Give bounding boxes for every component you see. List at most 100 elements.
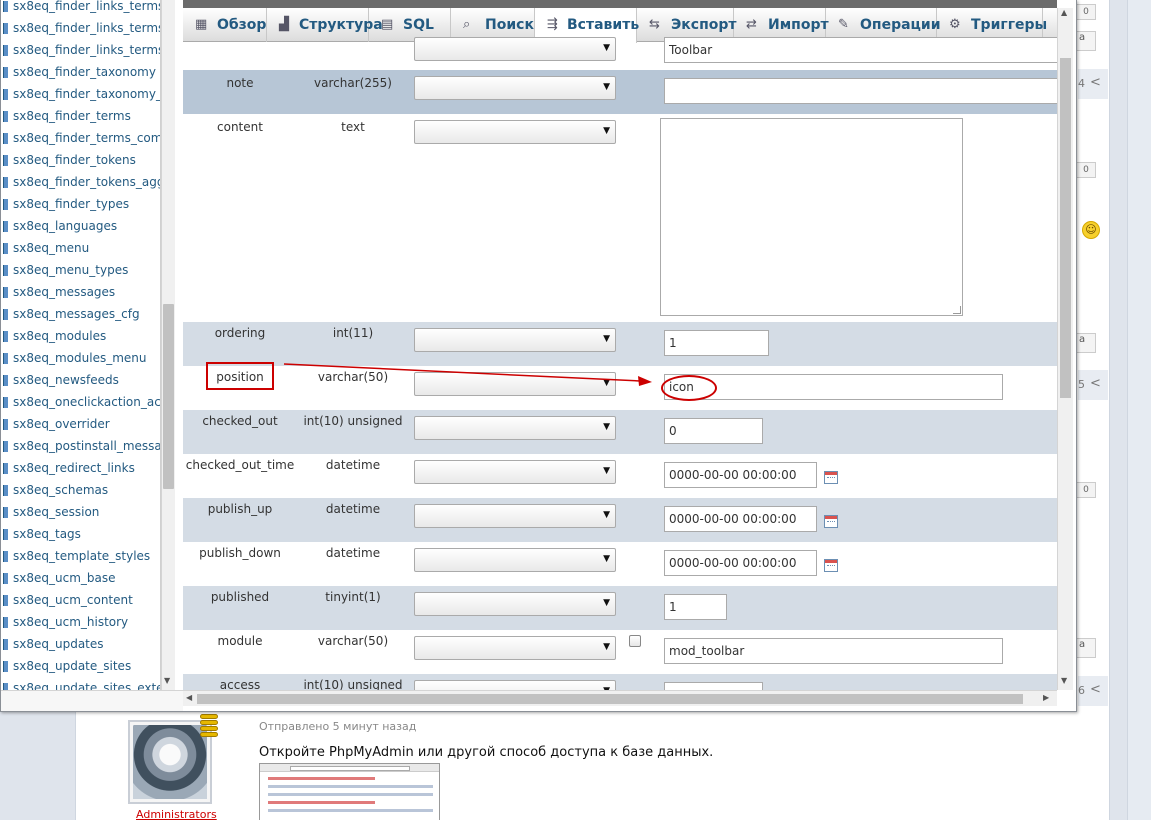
table-list-item[interactable]: sx8eq_menu_types [1, 260, 160, 282]
table-list-item[interactable]: sx8eq_messages_cfg [1, 304, 160, 326]
table-list-item[interactable]: sx8eq_finder_links_terms [1, 40, 160, 62]
table-list-item[interactable]: sx8eq_tags [1, 524, 160, 546]
field-row-published: published tinyint(1) ▼ 1 [183, 586, 1057, 630]
rank-stack-icon [200, 714, 220, 737]
table-list-item[interactable]: sx8eq_finder_types [1, 194, 160, 216]
scroll-down-arrow-icon[interactable]: ▼ [164, 676, 170, 685]
vertical-scrollbar[interactable]: ▲ ▼ [1057, 8, 1073, 690]
function-select[interactable]: ▼ [414, 76, 616, 100]
calendar-icon[interactable] [824, 515, 838, 528]
table-list-item[interactable]: sx8eq_template_styles [1, 546, 160, 568]
table-list-item[interactable]: sx8eq_session [1, 502, 160, 524]
table-list-item[interactable]: sx8eq_ucm_base [1, 568, 160, 590]
table-list-item[interactable]: sx8eq_newsfeeds [1, 370, 160, 392]
table-list-item[interactable]: sx8eq_ucm_history [1, 612, 160, 634]
function-select[interactable]: ▼ [414, 120, 616, 144]
table-list-item[interactable]: sx8eq_finder_taxonomy [1, 62, 160, 84]
table-list-item[interactable]: sx8eq_update_sites [1, 656, 160, 678]
table-list-item[interactable]: sx8eq_overrider [1, 414, 160, 436]
value-input[interactable] [664, 78, 1057, 104]
table-list-item[interactable]: sx8eq_schemas [1, 480, 160, 502]
field-type: datetime [325, 458, 381, 472]
value-input[interactable]: 1 [664, 594, 727, 620]
table-list-item[interactable]: sx8eq_postinstall_messa [1, 436, 160, 458]
function-select[interactable]: ▼ [414, 416, 616, 440]
forum-share[interactable]: 4 < [1078, 69, 1108, 99]
function-select[interactable]: ▼ [414, 636, 616, 660]
scrollbar-thumb[interactable] [163, 304, 174, 489]
table-icon [3, 265, 8, 276]
table-list-item[interactable]: sx8eq_finder_terms_comm [1, 128, 160, 150]
post-author-link[interactable]: Administrators [136, 808, 217, 820]
content-textarea[interactable] [660, 118, 963, 316]
function-select[interactable]: ▼ [414, 460, 616, 484]
function-select[interactable]: ▼ [414, 504, 616, 528]
function-select[interactable]: ▼ [414, 37, 616, 61]
function-select[interactable]: ▼ [414, 680, 616, 690]
table-list-item[interactable]: sx8eq_oneclickaction_act [1, 392, 160, 414]
table-icon [3, 89, 8, 100]
chevron-down-icon: ▼ [603, 642, 610, 652]
table-list-item[interactable]: sx8eq_finder_links_terms [1, 18, 160, 40]
table-list-item[interactable]: sx8eq_ucm_content [1, 590, 160, 612]
forum-action-button[interactable]: a [1076, 638, 1096, 658]
forum-share[interactable]: 6 < [1078, 676, 1108, 706]
function-select[interactable]: ▼ [414, 592, 616, 616]
forum-action-button[interactable]: a [1076, 31, 1096, 51]
null-checkbox[interactable] [629, 635, 641, 647]
table-list-item[interactable]: sx8eq_finder_links_terms [1, 0, 160, 18]
value-input[interactable]: 0000-00-00 00:00:00 [664, 462, 817, 488]
field-row-publish-down: publish_down datetime ▼ 0000-00-00 00:00… [183, 542, 1057, 586]
scroll-left-arrow-icon[interactable]: ◀ [186, 693, 192, 702]
share-count: 5 [1078, 378, 1085, 391]
value-input[interactable]: 1 [664, 330, 769, 356]
post-timestamp: Отправлено 5 минут назад [259, 720, 417, 733]
chevron-down-icon: ▼ [603, 598, 610, 608]
scrollbar-gutter [1, 690, 183, 711]
forum-post: Administrators Отправлено 5 минут назад … [92, 708, 1107, 820]
scroll-up-arrow-icon[interactable]: ▲ [1061, 8, 1067, 17]
table-list-item[interactable]: sx8eq_redirect_links [1, 458, 160, 480]
field-type: datetime [325, 546, 381, 560]
table-icon [3, 397, 8, 408]
scroll-right-arrow-icon[interactable]: ▶ [1043, 693, 1049, 702]
value-input[interactable]: 0000-00-00 00:00:00 [664, 506, 817, 532]
value-input[interactable]: Toolbar [664, 37, 1057, 63]
value-input[interactable]: 0 [664, 418, 763, 444]
table-list-item[interactable]: sx8eq_finder_tokens [1, 150, 160, 172]
table-list-item[interactable]: sx8eq_modules [1, 326, 160, 348]
forum-action-button[interactable]: a [1076, 333, 1096, 353]
scroll-down-arrow-icon[interactable]: ▼ [1061, 676, 1067, 685]
calendar-icon[interactable] [824, 471, 838, 484]
table-list-item[interactable]: sx8eq_modules_menu [1, 348, 160, 370]
scrollbar-thumb[interactable] [1060, 58, 1071, 398]
field-type: tinyint(1) [325, 590, 381, 604]
value-input[interactable]: mod_toolbar [664, 638, 1003, 664]
value-input[interactable] [664, 682, 763, 690]
function-select[interactable]: ▼ [414, 372, 616, 396]
field-row-title: ▼ Toolbar [183, 22, 1057, 68]
table-icon [3, 573, 8, 584]
table-list-item[interactable]: sx8eq_update_sites_exte [1, 678, 160, 690]
table-icon [3, 331, 8, 342]
table-list-item[interactable]: sx8eq_finder_terms [1, 106, 160, 128]
table-list-item[interactable]: sx8eq_languages [1, 216, 160, 238]
table-list-item[interactable]: sx8eq_updates [1, 634, 160, 656]
resize-grip-icon[interactable] [953, 306, 961, 314]
calendar-icon[interactable] [824, 559, 838, 572]
table-list-scrollbar[interactable]: ▼ [161, 0, 175, 690]
table-list-item[interactable]: sx8eq_menu [1, 238, 160, 260]
table-list-item[interactable]: sx8eq_finder_taxonomy_m [1, 84, 160, 106]
scrollbar-thumb[interactable] [197, 694, 1023, 704]
function-select[interactable]: ▼ [414, 328, 616, 352]
field-type: varchar(255) [314, 76, 392, 90]
table-list-item[interactable]: sx8eq_finder_tokens_agg [1, 172, 160, 194]
post-screenshot-thumbnail[interactable] [259, 763, 440, 820]
table-icon [3, 199, 8, 210]
horizontal-scrollbar[interactable]: ◀ ▶ [183, 690, 1057, 706]
table-icon [3, 551, 8, 562]
forum-share[interactable]: 5 < [1078, 370, 1108, 400]
table-list-item[interactable]: sx8eq_messages [1, 282, 160, 304]
value-input[interactable]: 0000-00-00 00:00:00 [664, 550, 817, 576]
function-select[interactable]: ▼ [414, 548, 616, 572]
